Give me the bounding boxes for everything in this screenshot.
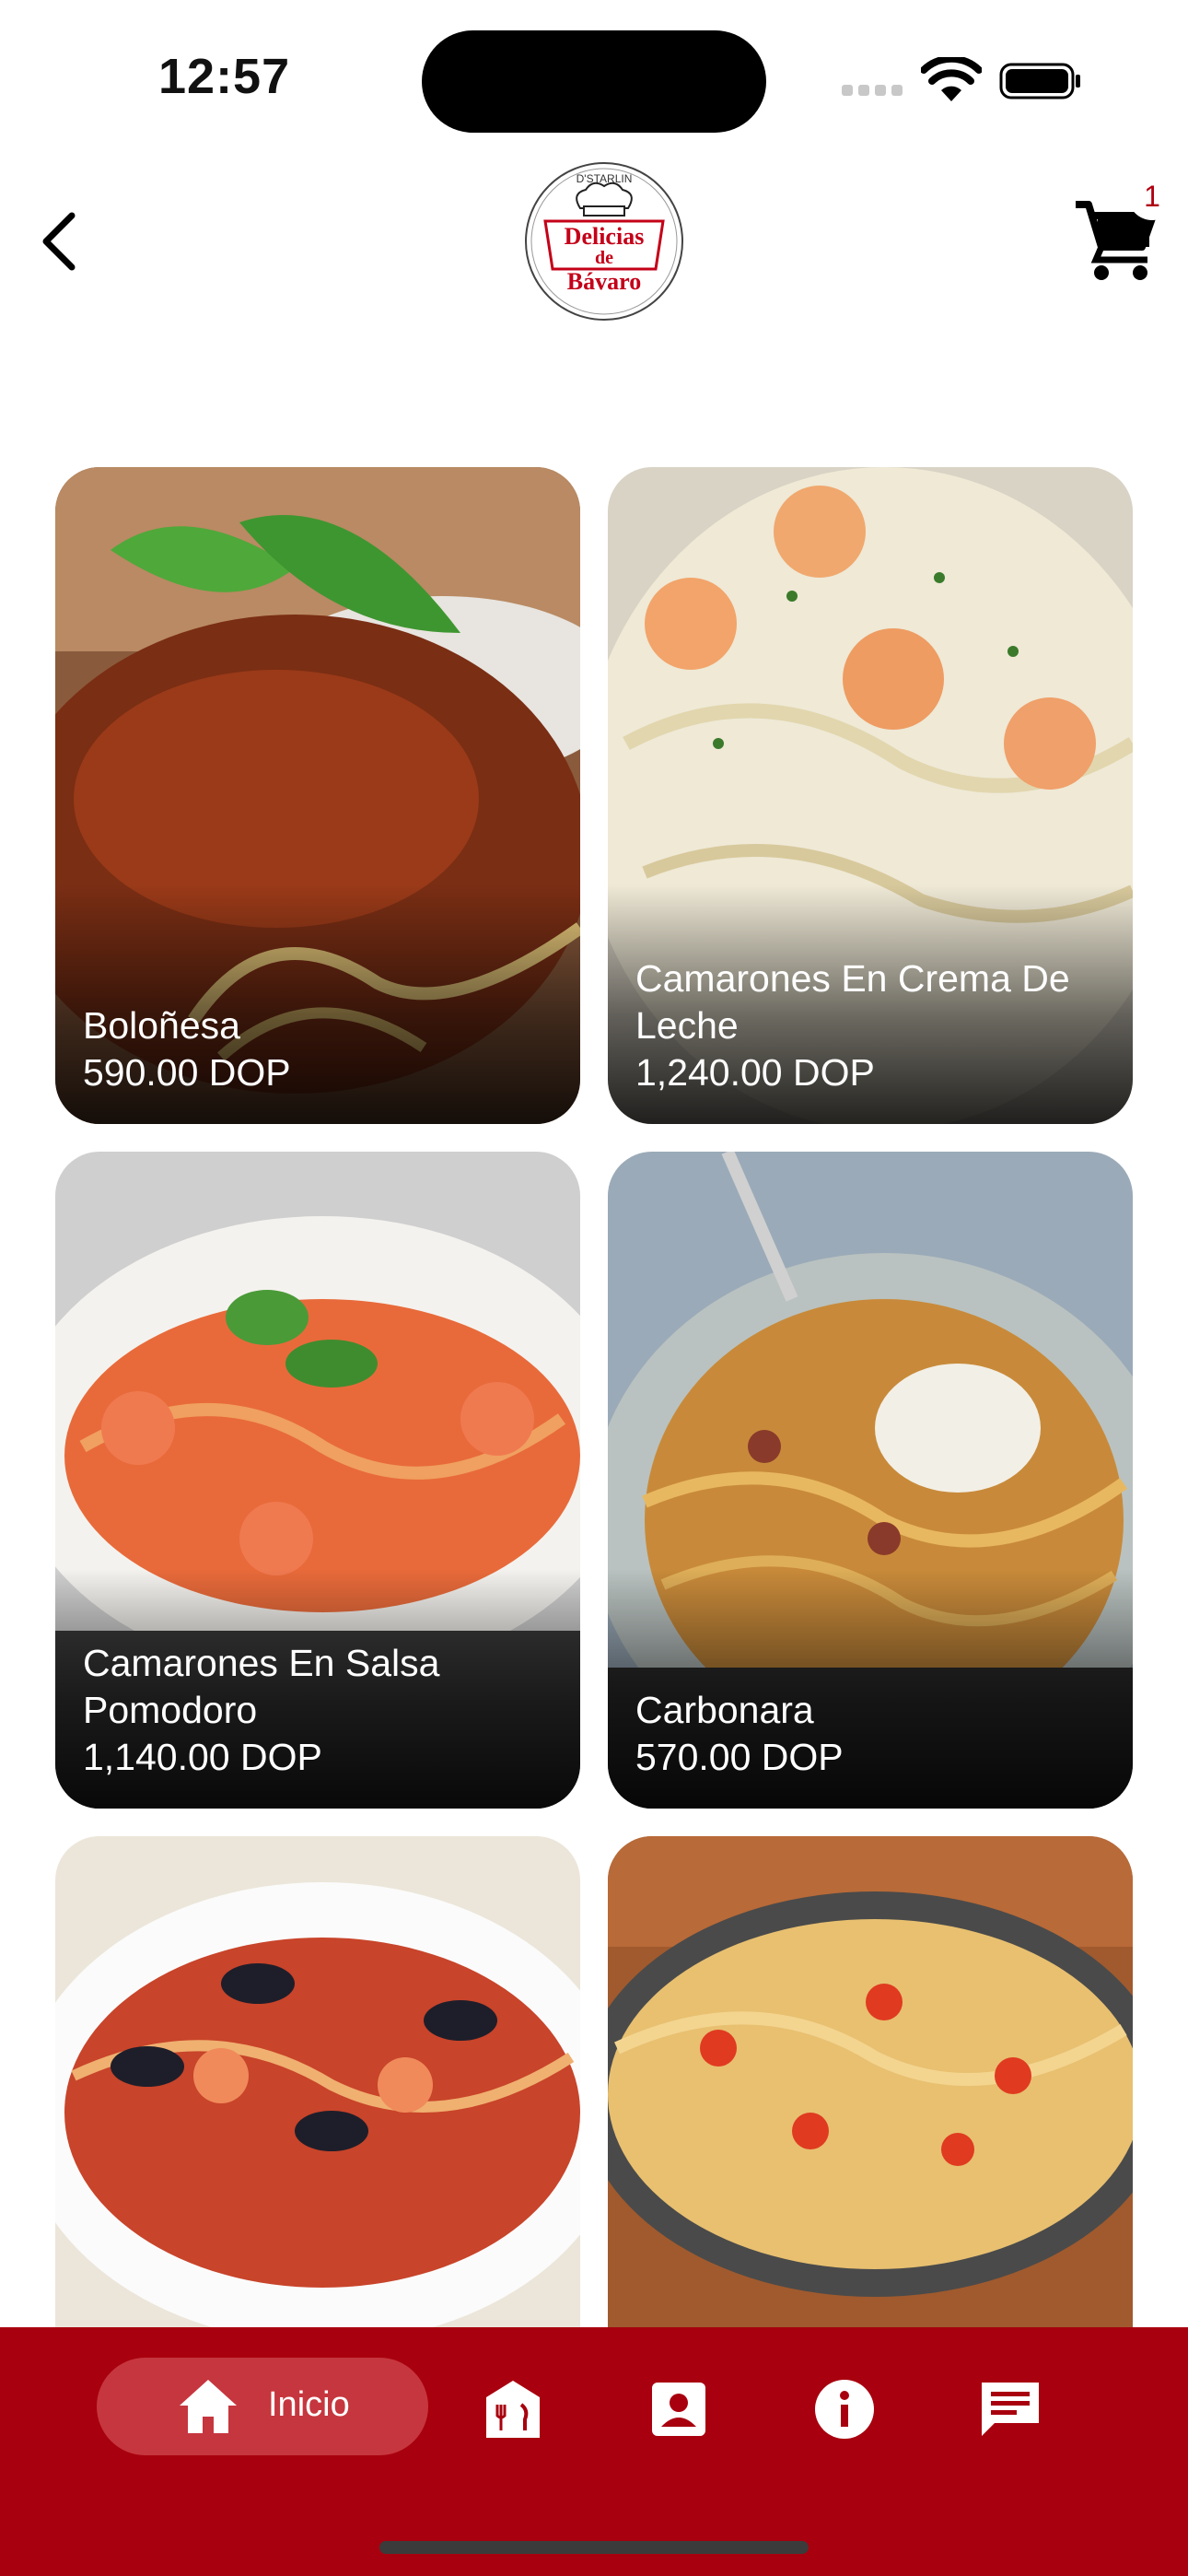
product-card[interactable]: Boloñesa 590.00 DOP [55, 467, 580, 1124]
battery-icon [999, 63, 1080, 100]
cart-count-badge: 1 [1131, 175, 1173, 217]
product-card[interactable]: Camarones En Salsa Pomodoro 1,140.00 DOP [55, 1152, 580, 1809]
back-button[interactable] [33, 205, 88, 278]
product-card[interactable]: Carbonara 570.00 DOP [608, 1152, 1133, 1809]
dynamic-island [422, 30, 766, 133]
product-name: Camarones En Crema De Leche [635, 957, 1070, 1047]
wifi-icon [921, 57, 982, 101]
product-card[interactable]: Camarones En Crema De Leche 1,240.00 DOP [608, 467, 1133, 1124]
home-indicator [379, 2541, 809, 2554]
nav-home-tab[interactable]: Inicio [97, 2358, 428, 2455]
status-bar: 12:57 [0, 0, 1188, 147]
product-name: Carbonara [635, 1689, 814, 1731]
home-icon [180, 2380, 237, 2433]
contact-icon[interactable] [646, 2377, 711, 2441]
svg-text:D'STARLIN: D'STARLIN [577, 172, 633, 185]
product-name: Boloñesa [83, 1004, 240, 1047]
svg-text:de: de [595, 248, 613, 268]
product-price: 1,140.00 DOP [83, 1736, 322, 1778]
status-time: 12:57 [158, 49, 291, 104]
info-icon[interactable] [812, 2377, 877, 2441]
svg-text:Delicias: Delicias [565, 223, 645, 250]
product-price: 590.00 DOP [83, 1051, 291, 1094]
product-info: Camarones En Crema De Leche 1,240.00 DOP [635, 955, 1111, 1096]
product-info: Boloñesa 590.00 DOP [83, 1002, 558, 1096]
restaurant-logo: D'STARLIN Delicias de Bávaro [525, 162, 683, 321]
product-price: 570.00 DOP [635, 1736, 844, 1778]
chat-icon[interactable] [978, 2377, 1042, 2441]
svg-text:Bávaro: Bávaro [567, 268, 641, 295]
product-info: Carbonara 570.00 DOP [635, 1687, 1111, 1781]
product-name: Camarones En Salsa Pomodoro [83, 1642, 440, 1731]
restaurant-menu-icon[interactable] [481, 2377, 545, 2441]
cellular-signal-icon [842, 79, 904, 100]
product-info: Camarones En Salsa Pomodoro 1,140.00 DOP [83, 1640, 558, 1781]
bottom-navigation: Inicio [0, 2327, 1188, 2576]
product-price: 1,240.00 DOP [635, 1051, 875, 1094]
nav-home-label: Inicio [268, 2385, 350, 2424]
